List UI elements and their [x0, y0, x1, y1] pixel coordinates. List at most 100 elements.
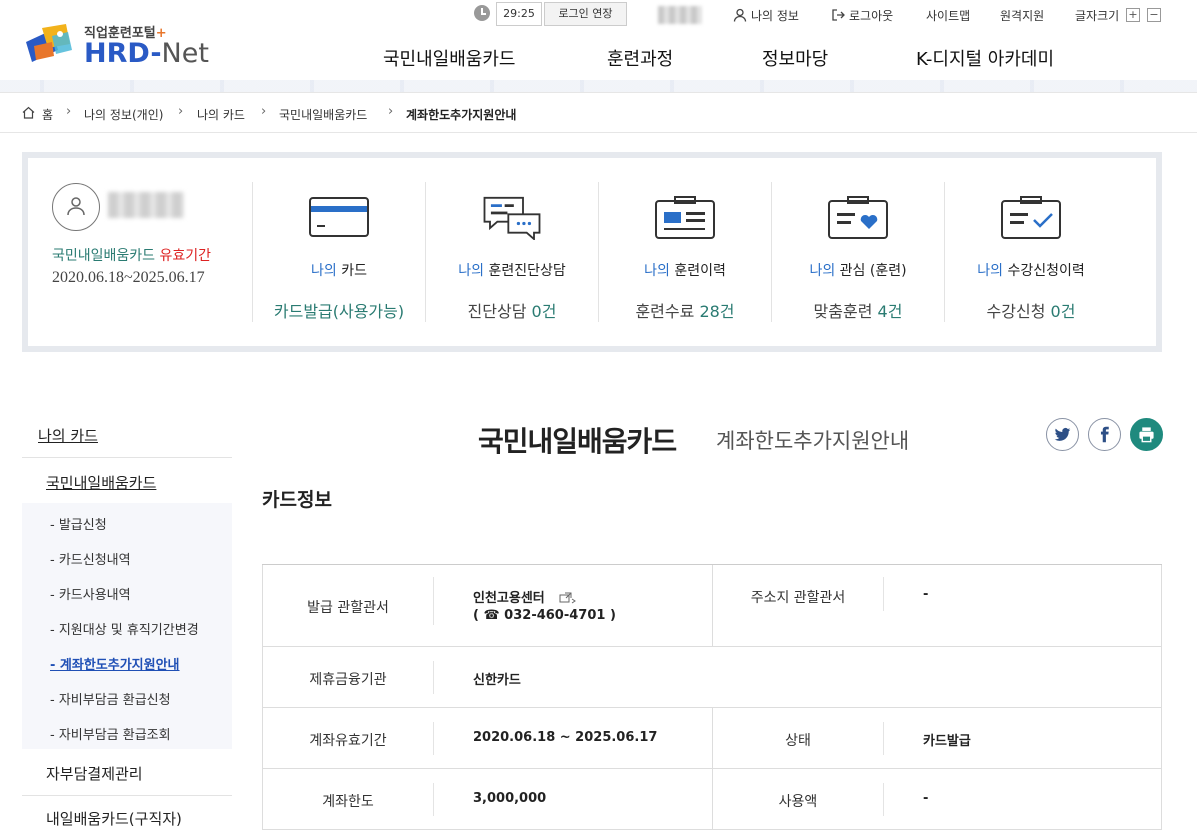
- chevron-right-icon: ›: [178, 104, 184, 119]
- account-limit-label: 계좌한도: [322, 794, 374, 810]
- table-row: 계좌한도 3,000,000 사용액 -: [262, 769, 1162, 830]
- address-office-value: -: [923, 587, 929, 602]
- issue-office-phone: ( ☎ 032-460-4701 ): [473, 608, 616, 623]
- summary-value: 카드발급(사용가능): [273, 302, 405, 321]
- id-card-icon: [655, 196, 715, 239]
- clock-icon: [474, 5, 490, 21]
- home-icon[interactable]: [22, 106, 35, 119]
- status-label: 상태: [785, 733, 811, 749]
- lnb-item-apply[interactable]: - 발급신청: [50, 514, 107, 533]
- lnb-item-usage-history[interactable]: - 카드사용내역: [50, 584, 131, 603]
- lnb-item-application-history[interactable]: - 카드신청내역: [50, 549, 131, 568]
- logo-wordmark[interactable]: HRD-Net: [84, 38, 209, 69]
- account-period-label: 계좌유효기간: [309, 733, 387, 749]
- lnb-title[interactable]: 나의 카드: [38, 425, 98, 446]
- summary-label: 나의 훈련진단상담: [458, 263, 566, 279]
- chevron-right-icon: ›: [388, 104, 394, 119]
- logout-link[interactable]: 로그아웃: [831, 7, 893, 24]
- summary-label: 나의 관심 (훈련): [809, 263, 907, 279]
- chevron-right-icon: ›: [66, 104, 72, 119]
- printer-icon: [1139, 427, 1154, 443]
- page-subtitle: 계좌한도추가지원안내: [716, 429, 910, 453]
- summary-value: 맞춤훈련 4건: [813, 302, 903, 321]
- sitemap-link[interactable]: 사이트맵: [926, 7, 970, 24]
- check-card-icon: [1001, 196, 1061, 239]
- lnb-item-limit-support[interactable]: - 계좌한도추가지원안내: [50, 654, 180, 673]
- chat-bubbles-icon: [483, 196, 541, 240]
- issue-office-label: 발급 관할관서: [307, 600, 389, 616]
- issue-office-name[interactable]: 인천고용센터: [473, 591, 545, 606]
- header-decoration: [0, 80, 1197, 92]
- logout-icon: [832, 9, 845, 21]
- cell-divider: [883, 722, 884, 755]
- font-increase-button[interactable]: +: [1126, 8, 1140, 22]
- facebook-share-button[interactable]: [1088, 418, 1121, 451]
- lnb-item-refund-inquiry[interactable]: - 자비부담금 환급조회: [50, 724, 171, 743]
- used-amount-label: 사용액: [778, 794, 818, 810]
- twitter-share-button[interactable]: [1046, 418, 1079, 451]
- gnb-courses[interactable]: 훈련과정: [607, 45, 673, 71]
- lnb-divider: [22, 795, 232, 796]
- cell-divider: [883, 783, 884, 816]
- account-limit-value: 3,000,000: [473, 791, 547, 806]
- summary-my-card[interactable]: 나의 카드 카드발급(사용가능): [252, 182, 425, 322]
- remote-support-link[interactable]: 원격지원: [1000, 7, 1044, 24]
- chevron-right-icon: ›: [261, 104, 267, 119]
- heart-card-icon: [828, 196, 888, 239]
- lnb-item-refund-apply[interactable]: - 자비부담금 환급신청: [50, 689, 171, 708]
- lnb-self-payment[interactable]: 자부담결제관리: [46, 763, 143, 784]
- breadcrumb-home[interactable]: 홈: [42, 106, 53, 123]
- card-validity-label: 국민내일배움카드 유효기간: [52, 248, 212, 264]
- card-validity-period: 2020.06.18~2025.06.17: [52, 269, 205, 286]
- facebook-icon: [1100, 426, 1109, 443]
- breadcrumb-my-info[interactable]: 나의 정보(개인): [84, 106, 163, 123]
- breadcrumb-my-card[interactable]: 나의 카드: [197, 106, 245, 123]
- breadcrumb-national-card[interactable]: 국민내일배움카드: [279, 106, 367, 123]
- font-decrease-button[interactable]: −: [1147, 8, 1161, 22]
- external-link-icon[interactable]: [559, 591, 577, 604]
- extend-login-button[interactable]: 로그인 연장: [544, 2, 627, 26]
- user-icon: [733, 8, 747, 22]
- avatar: [52, 183, 100, 231]
- lnb-item-leave-change[interactable]: - 지원대상 및 휴직기간변경: [50, 619, 199, 638]
- summary-value: 진단상담 0건: [467, 302, 557, 321]
- status-value: 카드발급: [923, 734, 971, 749]
- session-timer: 29:25: [496, 2, 542, 26]
- gnb-k-digital[interactable]: K-디지털 아카데미: [916, 45, 1054, 71]
- breadcrumb: 홈 › 나의 정보(개인) › 나의 카드 › 국민내일배움카드 › 계좌한도추…: [0, 92, 1197, 133]
- summary-label: 나의 수강신청이력: [977, 263, 1085, 279]
- twitter-icon: [1054, 428, 1071, 441]
- cell-divider: [433, 783, 434, 816]
- summary-training-history[interactable]: 나의 훈련이력 훈련수료 28건: [598, 182, 771, 322]
- page-title: 국민내일배움카드: [478, 425, 677, 458]
- section-title-card-info: 카드정보: [262, 489, 332, 511]
- summary-interest[interactable]: 나의 관심 (훈련) 맞춤훈련 4건: [771, 182, 944, 322]
- my-summary-panel: 국민내일배움카드 유효기간 2020.06.18~2025.06.17 나의 카…: [22, 152, 1162, 352]
- summary-counseling[interactable]: 나의 훈련진단상담 진단상담 0건: [425, 182, 598, 322]
- user-icon: [67, 197, 85, 216]
- breadcrumb-current: 계좌한도추가지원안내: [406, 108, 517, 122]
- summary-label: 나의 카드: [311, 263, 367, 279]
- print-button[interactable]: [1130, 418, 1163, 451]
- summary-label: 나의 훈련이력: [644, 263, 726, 279]
- issue-office-value: 인천고용센터: [473, 587, 577, 606]
- gnb-info[interactable]: 정보마당: [762, 45, 828, 71]
- cell-divider: [433, 661, 434, 694]
- table-row: 계좌유효기간 2020.06.18 ~ 2025.06.17 상태 카드발급: [262, 708, 1162, 769]
- used-amount-value: -: [923, 791, 929, 806]
- hrd-net-logo-icon[interactable]: [22, 22, 74, 66]
- lnb-job-seeker-card[interactable]: 내일배움카드(구직자): [46, 808, 182, 829]
- address-office-label: 주소지 관할관서: [750, 590, 846, 606]
- bank-label: 제휴금융기관: [309, 672, 387, 688]
- table-row: 발급 관할관서 인천고용센터 ( ☎ 032-460-4701 ) 주소지 관할…: [262, 565, 1162, 647]
- credit-card-icon: [309, 197, 369, 237]
- lnb-national-card[interactable]: 국민내일배움카드: [46, 472, 156, 493]
- lnb-divider: [22, 457, 232, 458]
- font-size-label: 글자크기: [1075, 9, 1120, 23]
- cell-divider: [433, 722, 434, 755]
- gnb-card[interactable]: 국민내일배움카드: [383, 45, 515, 71]
- my-info-link[interactable]: 나의 정보: [733, 7, 799, 24]
- table-row: 제휴금융기관 신한카드: [262, 647, 1162, 708]
- cell-divider: [433, 577, 434, 625]
- summary-enrollment[interactable]: 나의 수강신청이력 수강신청 0건: [944, 182, 1117, 322]
